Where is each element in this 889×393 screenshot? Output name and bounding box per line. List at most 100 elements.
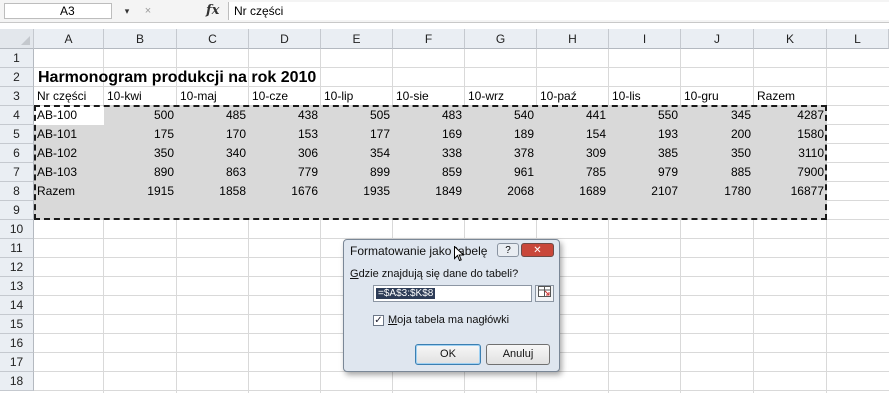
row-header-12[interactable]: 12: [0, 258, 34, 277]
table-cell[interactable]: 153: [249, 125, 321, 144]
table-header-cell[interactable]: Razem: [754, 87, 827, 106]
table-header-cell[interactable]: Nr części: [34, 87, 104, 106]
table-cell[interactable]: 7900: [754, 163, 827, 182]
row-header-16[interactable]: 16: [0, 334, 34, 353]
table-header-cell[interactable]: 10-gru: [681, 87, 754, 106]
row-header-2[interactable]: 2: [0, 68, 34, 87]
row-header-13[interactable]: 13: [0, 277, 34, 296]
table-cell[interactable]: 200: [681, 125, 754, 144]
row-header-15[interactable]: 15: [0, 315, 34, 334]
table-cell[interactable]: 345: [681, 106, 754, 125]
table-cell[interactable]: 1935: [321, 182, 393, 201]
table-cell[interactable]: 441: [537, 106, 609, 125]
table-cell[interactable]: 961: [465, 163, 537, 182]
table-cell[interactable]: 385: [609, 144, 681, 163]
table-cell[interactable]: AB-101: [34, 125, 104, 144]
table-cell[interactable]: 2107: [609, 182, 681, 201]
table-cell[interactable]: 3110: [754, 144, 827, 163]
sheet-title[interactable]: Harmonogram produkcji na rok 2010: [34, 68, 319, 87]
select-all-corner[interactable]: [0, 29, 34, 49]
row-header-5[interactable]: 5: [0, 125, 34, 144]
table-cell[interactable]: 979: [609, 163, 681, 182]
table-cell[interactable]: AB-102: [34, 144, 104, 163]
table-cell[interactable]: 899: [321, 163, 393, 182]
table-cell[interactable]: 2068: [465, 182, 537, 201]
table-cell[interactable]: 4287: [754, 106, 827, 125]
close-icon[interactable]: ✕: [521, 243, 554, 257]
table-header-cell[interactable]: 10-lis: [609, 87, 681, 106]
table-cell[interactable]: 890: [104, 163, 177, 182]
formula-input[interactable]: Nr części: [228, 2, 889, 20]
table-cell[interactable]: 338: [393, 144, 465, 163]
table-cell[interactable]: AB-100: [34, 106, 104, 125]
table-cell[interactable]: 1915: [104, 182, 177, 201]
table-cell[interactable]: 779: [249, 163, 321, 182]
column-header-i[interactable]: I: [609, 29, 681, 49]
table-cell[interactable]: 483: [393, 106, 465, 125]
collapse-dialog-icon[interactable]: [535, 285, 554, 302]
table-header-cell[interactable]: 10-cze: [249, 87, 321, 106]
column-header-a[interactable]: A: [34, 29, 104, 49]
table-cell[interactable]: 1849: [393, 182, 465, 201]
column-header-b[interactable]: B: [104, 29, 177, 49]
table-header-cell[interactable]: 10-wrz: [465, 87, 537, 106]
cancel-button[interactable]: Anuluj: [486, 344, 550, 365]
table-cell[interactable]: 175: [104, 125, 177, 144]
help-icon[interactable]: ?: [497, 243, 519, 257]
table-header-cell[interactable]: 10-lip: [321, 87, 393, 106]
table-cell[interactable]: 1780: [681, 182, 754, 201]
cancel-entry-icon[interactable]: ×: [139, 2, 157, 20]
column-header-d[interactable]: D: [249, 29, 321, 49]
table-cell[interactable]: 378: [465, 144, 537, 163]
table-cell[interactable]: 193: [609, 125, 681, 144]
table-cell[interactable]: 177: [321, 125, 393, 144]
table-header-cell[interactable]: 10-paź: [537, 87, 609, 106]
table-cell[interactable]: 505: [321, 106, 393, 125]
table-cell[interactable]: 170: [177, 125, 249, 144]
column-header-k[interactable]: K: [754, 29, 827, 49]
table-cell[interactable]: 189: [465, 125, 537, 144]
row-header-1[interactable]: 1: [0, 49, 34, 68]
table-cell[interactable]: 1858: [177, 182, 249, 201]
row-header-4[interactable]: 4: [0, 106, 34, 125]
row-header-11[interactable]: 11: [0, 239, 34, 258]
row-header-10[interactable]: 10: [0, 220, 34, 239]
table-cell[interactable]: 550: [609, 106, 681, 125]
row-header-8[interactable]: 8: [0, 182, 34, 201]
has-headers-label[interactable]: Moja tabela ma nagłówki: [388, 314, 509, 326]
table-cell[interactable]: 309: [537, 144, 609, 163]
table-cell[interactable]: 1689: [537, 182, 609, 201]
table-cell[interactable]: 306: [249, 144, 321, 163]
table-cell[interactable]: 438: [249, 106, 321, 125]
column-header-e[interactable]: E: [321, 29, 393, 49]
range-input[interactable]: =$A$3:$K$8: [373, 285, 532, 302]
table-cell[interactable]: 500: [104, 106, 177, 125]
row-header-3[interactable]: 3: [0, 87, 34, 106]
insert-function-icon[interactable]: fx: [206, 2, 226, 20]
table-cell[interactable]: 1676: [249, 182, 321, 201]
table-cell[interactable]: 785: [537, 163, 609, 182]
row-header-7[interactable]: 7: [0, 163, 34, 182]
table-cell[interactable]: 1580: [754, 125, 827, 144]
column-header-l[interactable]: L: [827, 29, 889, 49]
ok-button[interactable]: OK: [415, 344, 481, 365]
column-header-h[interactable]: H: [537, 29, 609, 49]
table-cell[interactable]: 350: [681, 144, 754, 163]
row-header-18[interactable]: 18: [0, 372, 34, 391]
table-header-cell[interactable]: 10-maj: [177, 87, 249, 106]
table-header-cell[interactable]: 10-kwi: [104, 87, 177, 106]
table-cell[interactable]: 859: [393, 163, 465, 182]
table-cell[interactable]: 350: [104, 144, 177, 163]
name-box[interactable]: A3: [4, 3, 112, 19]
table-cell[interactable]: 863: [177, 163, 249, 182]
table-cell[interactable]: 540: [465, 106, 537, 125]
table-cell[interactable]: 885: [681, 163, 754, 182]
table-header-cell[interactable]: 10-sie: [393, 87, 465, 106]
table-cell[interactable]: 16877: [754, 182, 827, 201]
row-header-14[interactable]: 14: [0, 296, 34, 315]
has-headers-checkbox[interactable]: ✓: [373, 315, 384, 326]
column-header-g[interactable]: G: [465, 29, 537, 49]
row-header-17[interactable]: 17: [0, 353, 34, 372]
table-cell[interactable]: 354: [321, 144, 393, 163]
table-cell[interactable]: 340: [177, 144, 249, 163]
